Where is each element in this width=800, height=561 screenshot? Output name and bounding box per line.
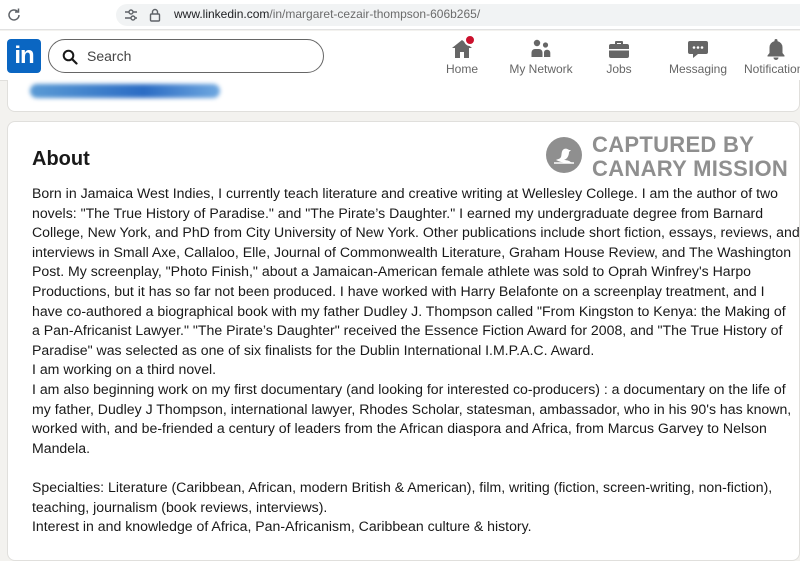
url-text[interactable]: www.linkedin.com/in/margaret-cezair-thom… [174,7,480,21]
about-text: Born in Jamaica West Indies, I currently… [32,184,800,537]
profile-top-card [7,80,800,112]
linkedin-navbar: in Home My Network Jobs [0,31,800,81]
about-line: I am working on a third novel. [32,361,217,378]
address-bar[interactable]: www.linkedin.com/in/margaret-cezair-thom… [116,4,800,26]
about-line: have co-authored a biographical book wit… [32,302,786,319]
linkedin-logo[interactable]: in [7,39,41,73]
specialties-line: Interest in and knowledge of Africa, Pan… [32,518,532,535]
nav-messaging[interactable]: Messaging [667,35,729,79]
nav-home-label: Home [445,62,478,76]
about-line: Mandela. [32,439,90,456]
about-line: Productions, but it has so far not been … [32,282,765,299]
nav-home[interactable]: Home [440,34,484,79]
nav-my-network[interactable]: My Network [505,35,577,79]
network-icon [531,39,551,57]
about-line: College, New York, and PhD from City Uni… [32,224,800,241]
bell-icon [767,39,785,60]
browser-toolbar: www.linkedin.com/in/margaret-cezair-thom… [0,0,800,30]
briefcase-icon [609,41,629,58]
specialties-line: teaching, journalism (book reviews, inte… [32,498,328,515]
about-line: interviews in Small Axe, Callaloo, Elle,… [32,243,792,260]
site-info-icon[interactable] [124,8,138,22]
url-path: /in/margaret-cezair-thompson-606b265/ [269,7,481,21]
about-line: my father, Dudley J Thompson, internatio… [32,400,792,417]
about-line: worked with, and be-friended a century o… [32,420,767,437]
about-line: Post. My screenplay, "Photo Finish," abo… [32,263,752,280]
watermark: CAPTURED BY CANARY MISSION [545,132,800,181]
nav-jobs[interactable]: Jobs [597,35,641,79]
about-line: Paradise" was selected as one of six fin… [32,341,595,358]
nav-notifications-label: Notifications [744,62,800,76]
about-line: novels: "The True History of Paradise." … [32,204,764,221]
blurred-button [30,84,220,98]
url-domain: www.linkedin.com [174,7,270,21]
watermark-line-2: CANARY MISSION [592,156,789,181]
nav-jobs-label: Jobs [606,62,632,76]
about-line: a Pan-Africanist Lawyer." "The Pirate’s … [32,322,783,339]
about-heading: About [32,148,90,170]
search-icon [62,49,78,65]
nav-notifications[interactable]: Notifications [742,35,800,79]
nav-my-network-label: My Network [509,62,573,76]
notification-dot [464,34,476,46]
nav-messaging-label: Messaging [668,62,728,76]
canary-logo-icon [546,137,582,173]
about-line: Born in Jamaica West Indies, I currently… [32,185,779,201]
specialties-line: Specialties: Literature (Caribbean, Afri… [32,478,773,495]
watermark-line-1: CAPTURED BY [592,132,755,157]
about-line: I am also beginning work on my first doc… [32,380,786,397]
about-section: About CAPTURED BY CANARY MISSION Born in… [7,121,800,561]
chat-icon [688,41,708,58]
search-box[interactable] [48,39,324,73]
lock-icon [149,8,161,22]
reload-icon[interactable] [6,7,22,23]
search-input[interactable] [87,46,307,66]
